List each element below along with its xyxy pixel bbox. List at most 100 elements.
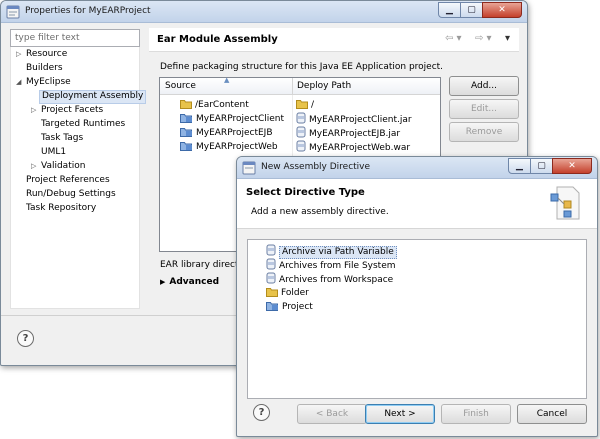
directive-type-list[interactable]: Archive via Path Variable Archives from … [247,239,587,399]
dialog-window-controls: ▁ ▢ ✕ [508,158,592,174]
forward-nav-icon[interactable]: ⇨ ▾ [475,33,492,44]
table-row[interactable]: MyEARProjectWeb [180,140,278,154]
project-icon [266,302,278,311]
table-header: Source ▲ Deploy Path [160,76,440,95]
remove-button[interactable]: Remove [449,122,519,142]
properties-title-bar[interactable]: Properties for MyEARProject ▁ ▢ ✕ [1,1,527,23]
row-source: MyEARProjectClient [196,114,285,124]
nav-item-label: Validation [41,161,86,171]
nav-item-label: Run/Debug Settings [26,189,116,199]
expand-icon[interactable]: ▷ [31,162,41,170]
list-item-label: Archives from Workspace [279,275,394,285]
nav-item-uml1[interactable]: UML1 [41,147,66,161]
table-row[interactable]: MyEARProjectEJB [180,126,273,140]
jar-icon [296,112,306,124]
expand-icon: ▶ [160,278,166,286]
list-item-archives-from-workspace[interactable]: Archives from Workspace [266,272,393,286]
collapse-icon[interactable]: ◢ [16,78,26,86]
nav-item-myeclipse[interactable]: ◢ MyEclipse [16,77,71,91]
jar-icon [296,140,306,152]
folder-icon [266,288,278,297]
dialog-close-button[interactable]: ✕ [552,158,592,174]
column-header-source[interactable]: Source [165,81,196,91]
minimize-button[interactable]: ▁ [438,2,461,18]
next-button[interactable]: Next > [365,404,435,424]
dialog-maximize-button[interactable]: ▢ [530,158,553,174]
row-deploy-path: MyEARProjectEJB.jar [309,129,401,139]
filter-input[interactable]: type filter text [10,29,140,47]
nav-item-label: Task Tags [41,133,84,143]
nav-item-label: Deployment Assembly [42,91,144,101]
nav-item-label: UML1 [41,147,67,157]
project-icon [180,142,192,151]
nav-item-task-repository[interactable]: Task Repository [26,203,96,217]
help-icon[interactable]: ? [17,330,34,347]
list-item-archive-via-path-variable[interactable]: Archive via Path Variable [266,244,397,259]
new-assembly-directive-dialog: New Assembly Directive ▁ ▢ ✕ Select Dire… [236,156,598,437]
nav-item-run-debug-settings[interactable]: Run/Debug Settings [26,189,116,203]
section-title: Ear Module Assembly [157,34,278,45]
table-row-deploy[interactable]: / [296,98,314,112]
jar-icon [266,244,276,256]
table-row[interactable]: MyEARProjectClient [180,112,284,126]
ear-library-label: EAR library director [160,260,248,270]
maximize-icon: ▢ [467,5,476,15]
jar-icon [266,258,276,270]
close-icon: ✕ [568,161,576,171]
column-header-deploy-path[interactable]: Deploy Path [297,81,351,91]
nav-item-deployment-assembly[interactable]: Deployment Assembly [39,90,147,104]
properties-window-controls: ▁ ▢ ✕ [438,2,522,18]
dialog-heading: Select Directive Type [246,187,365,198]
expand-icon[interactable]: ▷ [31,106,41,114]
dialog-title-bar[interactable]: New Assembly Directive ▁ ▢ ✕ [237,157,597,179]
dialog-help-icon[interactable]: ? [253,404,270,421]
edit-button[interactable]: Edit... [449,99,519,119]
nav-item-project-facets[interactable]: ▷ Project Facets [31,105,103,119]
list-item-folder[interactable]: Folder [266,286,309,300]
list-item-archives-from-file-system[interactable]: Archives from File System [266,258,396,272]
jar-icon [266,272,276,284]
table-row-deploy[interactable]: MyEARProjectWeb.war [296,140,410,154]
sort-arrow-icon: ▲ [224,76,230,84]
table-row-deploy[interactable]: MyEARProjectEJB.jar [296,126,400,140]
list-item-project[interactable]: Project [266,300,313,314]
row-source: MyEARProjectEJB [196,128,273,138]
finish-button[interactable]: Finish [441,404,511,424]
nav-item-validation[interactable]: ▷ Validation [31,161,85,175]
nav-item-task-tags[interactable]: Task Tags [41,133,83,147]
nav-item-builders[interactable]: Builders [26,63,63,77]
row-deploy-path: MyEARProjectWeb.war [309,143,411,153]
close-button[interactable]: ✕ [482,2,522,18]
dialog-title: New Assembly Directive [261,162,371,172]
advanced-section-toggle[interactable]: ▶ Advanced [160,277,219,287]
maximize-button[interactable]: ▢ [460,2,483,18]
row-deploy-path: / [311,100,315,110]
column-divider[interactable] [292,78,293,95]
nav-item-resource[interactable]: ▷ Resource [16,49,67,63]
row-deploy-path: MyEARProjectClient.jar [309,115,412,125]
nav-item-label: Resource [26,49,68,59]
dialog-subheading: Add a new assembly directive. [251,207,389,217]
nav-item-project-references[interactable]: Project References [26,175,110,189]
row-source: /EarContent [195,100,249,110]
dialog-minimize-button[interactable]: ▁ [508,158,531,174]
table-row[interactable]: /EarContent [180,98,249,112]
nav-item-label: Project References [26,175,110,185]
back-button[interactable]: < Back [297,404,367,424]
dialog-window-icon [242,161,256,175]
jar-icon [296,126,306,138]
project-icon [180,128,192,137]
expand-icon[interactable]: ▷ [16,50,26,58]
cancel-button[interactable]: Cancel [517,404,587,424]
list-item-label: Project [282,302,313,312]
nav-item-targeted-runtimes[interactable]: Targeted Runtimes [41,119,125,133]
table-row-deploy[interactable]: MyEARProjectClient.jar [296,112,412,126]
assembly-wizard-icon [550,186,580,220]
folder-icon [296,100,308,109]
view-menu-icon[interactable]: ▾ [505,33,510,44]
back-nav-icon[interactable]: ⇦ ▾ [445,33,462,44]
project-icon [180,114,192,123]
nav-item-label: MyEclipse [26,77,71,87]
list-item-label: Archives from File System [279,261,396,271]
add-button[interactable]: Add... [449,76,519,96]
